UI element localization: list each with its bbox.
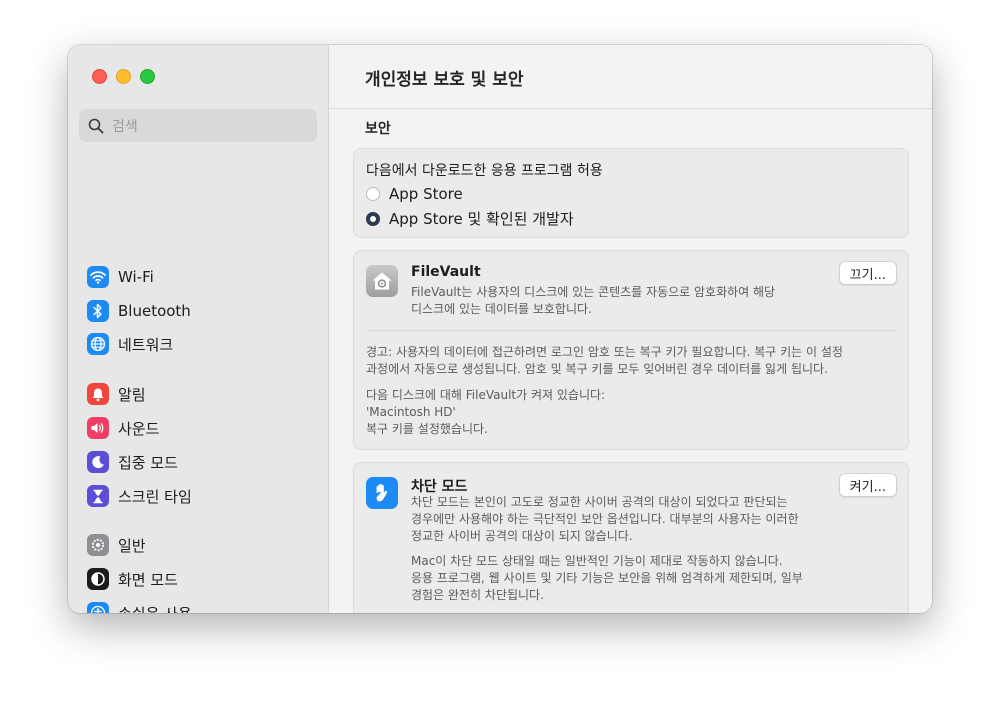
- allow-apps-heading: 다음에서 다운로드한 응용 프로그램 허용: [366, 163, 603, 179]
- lockdown-card: 차단 모드 켜기... 차단 모드는 본인이 고도로 정교한 사이버 공격의 대…: [353, 462, 909, 613]
- moon-icon: [87, 451, 109, 473]
- sidebar-item-network[interactable]: 네트워크: [82, 329, 314, 359]
- filevault-off-button[interactable]: 끄기...: [838, 261, 897, 285]
- filevault-description: FileVault는 사용자의 디스크에 있는 콘텐츠를 자동으로 암호화하여 …: [411, 284, 831, 318]
- filevault-desc-line: FileVault는 사용자의 디스크에 있는 콘텐츠를 자동으로 암호화하여 …: [411, 285, 776, 299]
- speaker-icon: [87, 417, 109, 439]
- allow-apps-card: 다음에서 다운로드한 응용 프로그램 허용 App Store App Stor…: [353, 148, 909, 238]
- main-pane: 개인정보 보호 및 보안 보안 다음에서 다운로드한 응용 프로그램 허용 Ap…: [329, 45, 932, 613]
- lockdown-description: 차단 모드는 본인이 고도로 정교한 사이버 공격의 대상이 되었다고 판단되는…: [411, 494, 851, 604]
- sidebar-item-label: Wi-Fi: [118, 268, 154, 286]
- close-window-button[interactable]: [92, 69, 107, 84]
- radio-app-store-identified[interactable]: App Store 및 확인된 개발자: [366, 208, 574, 229]
- gear-icon: [87, 534, 109, 556]
- sidebar-item-appearance[interactable]: 화면 모드: [82, 564, 314, 594]
- sidebar-item-general[interactable]: 일반: [82, 530, 314, 560]
- sidebar: 검색 Wi-Fi Bluetooth 네트워크 알림 사운드 집중 모드 스크린…: [68, 45, 329, 613]
- page-title: 개인정보 보호 및 보안: [365, 70, 524, 90]
- wifi-icon: [87, 266, 109, 288]
- divider: [366, 330, 896, 331]
- sidebar-item-label: 화면 모드: [118, 570, 178, 589]
- sidebar-item-label: 알림: [118, 385, 146, 404]
- lockdown-desc-line: 경우에만 사용해야 하는 극단적인 보안 옵션입니다. 대부분의 사용자는 이러…: [411, 512, 799, 526]
- radio-app-store[interactable]: App Store: [366, 185, 463, 203]
- lockdown-desc-line: 정교한 사이버 공격의 대상이 되지 않습니다.: [411, 529, 633, 543]
- bluetooth-icon: [87, 300, 109, 322]
- section-title: 보안: [365, 121, 391, 137]
- zoom-window-button[interactable]: [140, 69, 155, 84]
- sidebar-item-label: 사운드: [118, 419, 160, 438]
- radio-button[interactable]: [366, 187, 380, 201]
- lockdown-desc-line: Mac이 차단 모드 상태일 때는 일반적인 기능이 제대로 작동하지 않습니다…: [411, 554, 783, 568]
- sidebar-item-focus[interactable]: 집중 모드: [82, 447, 314, 477]
- appearance-icon: [87, 568, 109, 590]
- sidebar-item-notifications[interactable]: 알림: [82, 379, 314, 409]
- title-bar: 개인정보 보호 및 보안: [329, 45, 932, 109]
- hand-icon: [366, 477, 398, 509]
- lockdown-desc-line: 차단 모드는 본인이 고도로 정교한 사이버 공격의 대상이 되었다고 판단되는: [411, 495, 788, 509]
- sidebar-item-label: 집중 모드: [118, 453, 178, 472]
- status-line: 복구 키를 설정했습니다.: [366, 422, 488, 436]
- sidebar-item-sound[interactable]: 사운드: [82, 413, 314, 443]
- warning-line: 경고: 사용자의 데이터에 접근하려면 로그인 암호 또는 복구 키가 필요합니…: [366, 345, 843, 359]
- radio-button-selected[interactable]: [366, 211, 380, 226]
- status-line: 'Macintosh HD': [366, 405, 456, 419]
- minimize-window-button[interactable]: [116, 69, 131, 84]
- sidebar-item-label: 스크린 타임: [118, 487, 192, 506]
- search-placeholder: 검색: [112, 118, 138, 135]
- sidebar-item-label: 네트워크: [118, 335, 174, 354]
- globe-icon: [87, 333, 109, 355]
- filevault-status: 다음 디스크에 대해 FileVault가 켜져 있습니다: 'Macintos…: [366, 387, 605, 438]
- search-icon: [88, 118, 104, 133]
- warning-line: 과정에서 자동으로 생성됩니다. 암호 및 복구 키를 모두 잊어버린 경우 데…: [366, 362, 828, 376]
- accessibility-icon: [87, 602, 109, 613]
- sidebar-item-label: 일반: [118, 536, 146, 555]
- sidebar-item-accessibility[interactable]: 손쉬운 사용: [82, 598, 314, 613]
- radio-label: App Store 및 확인된 개발자: [389, 210, 574, 228]
- sidebar-item-wifi[interactable]: Wi-Fi: [82, 262, 314, 292]
- sidebar-item-label: Bluetooth: [118, 302, 191, 320]
- filevault-desc-line: 디스크에 있는 데이터를 보호합니다.: [411, 302, 592, 316]
- settings-window: 검색 Wi-Fi Bluetooth 네트워크 알림 사운드 집중 모드 스크린…: [68, 45, 932, 613]
- bell-icon: [87, 383, 109, 405]
- lockdown-title: 차단 모드: [411, 479, 468, 495]
- sidebar-item-screen-time[interactable]: 스크린 타임: [82, 481, 314, 511]
- filevault-title: FileVault: [411, 264, 481, 280]
- filevault-card: FileVault 끄기... FileVault는 사용자의 디스크에 있는 …: [353, 250, 909, 450]
- filevault-warning: 경고: 사용자의 데이터에 접근하려면 로그인 암호 또는 복구 키가 필요합니…: [366, 344, 843, 378]
- status-line: 다음 디스크에 대해 FileVault가 켜져 있습니다:: [366, 388, 606, 402]
- hourglass-icon: [87, 485, 109, 507]
- search-input[interactable]: 검색: [79, 109, 317, 142]
- lockdown-desc-line: 응용 프로그램, 웹 사이트 및 기타 기능은 보안을 위해 엄격하게 제한되며…: [411, 571, 803, 585]
- sidebar-item-bluetooth[interactable]: Bluetooth: [82, 296, 314, 326]
- radio-label: App Store: [389, 185, 463, 203]
- lockdown-desc-line: 경험은 완전히 차단됩니다.: [411, 588, 544, 602]
- sidebar-item-label: 손쉬운 사용: [118, 603, 192, 614]
- filevault-icon: [366, 265, 398, 297]
